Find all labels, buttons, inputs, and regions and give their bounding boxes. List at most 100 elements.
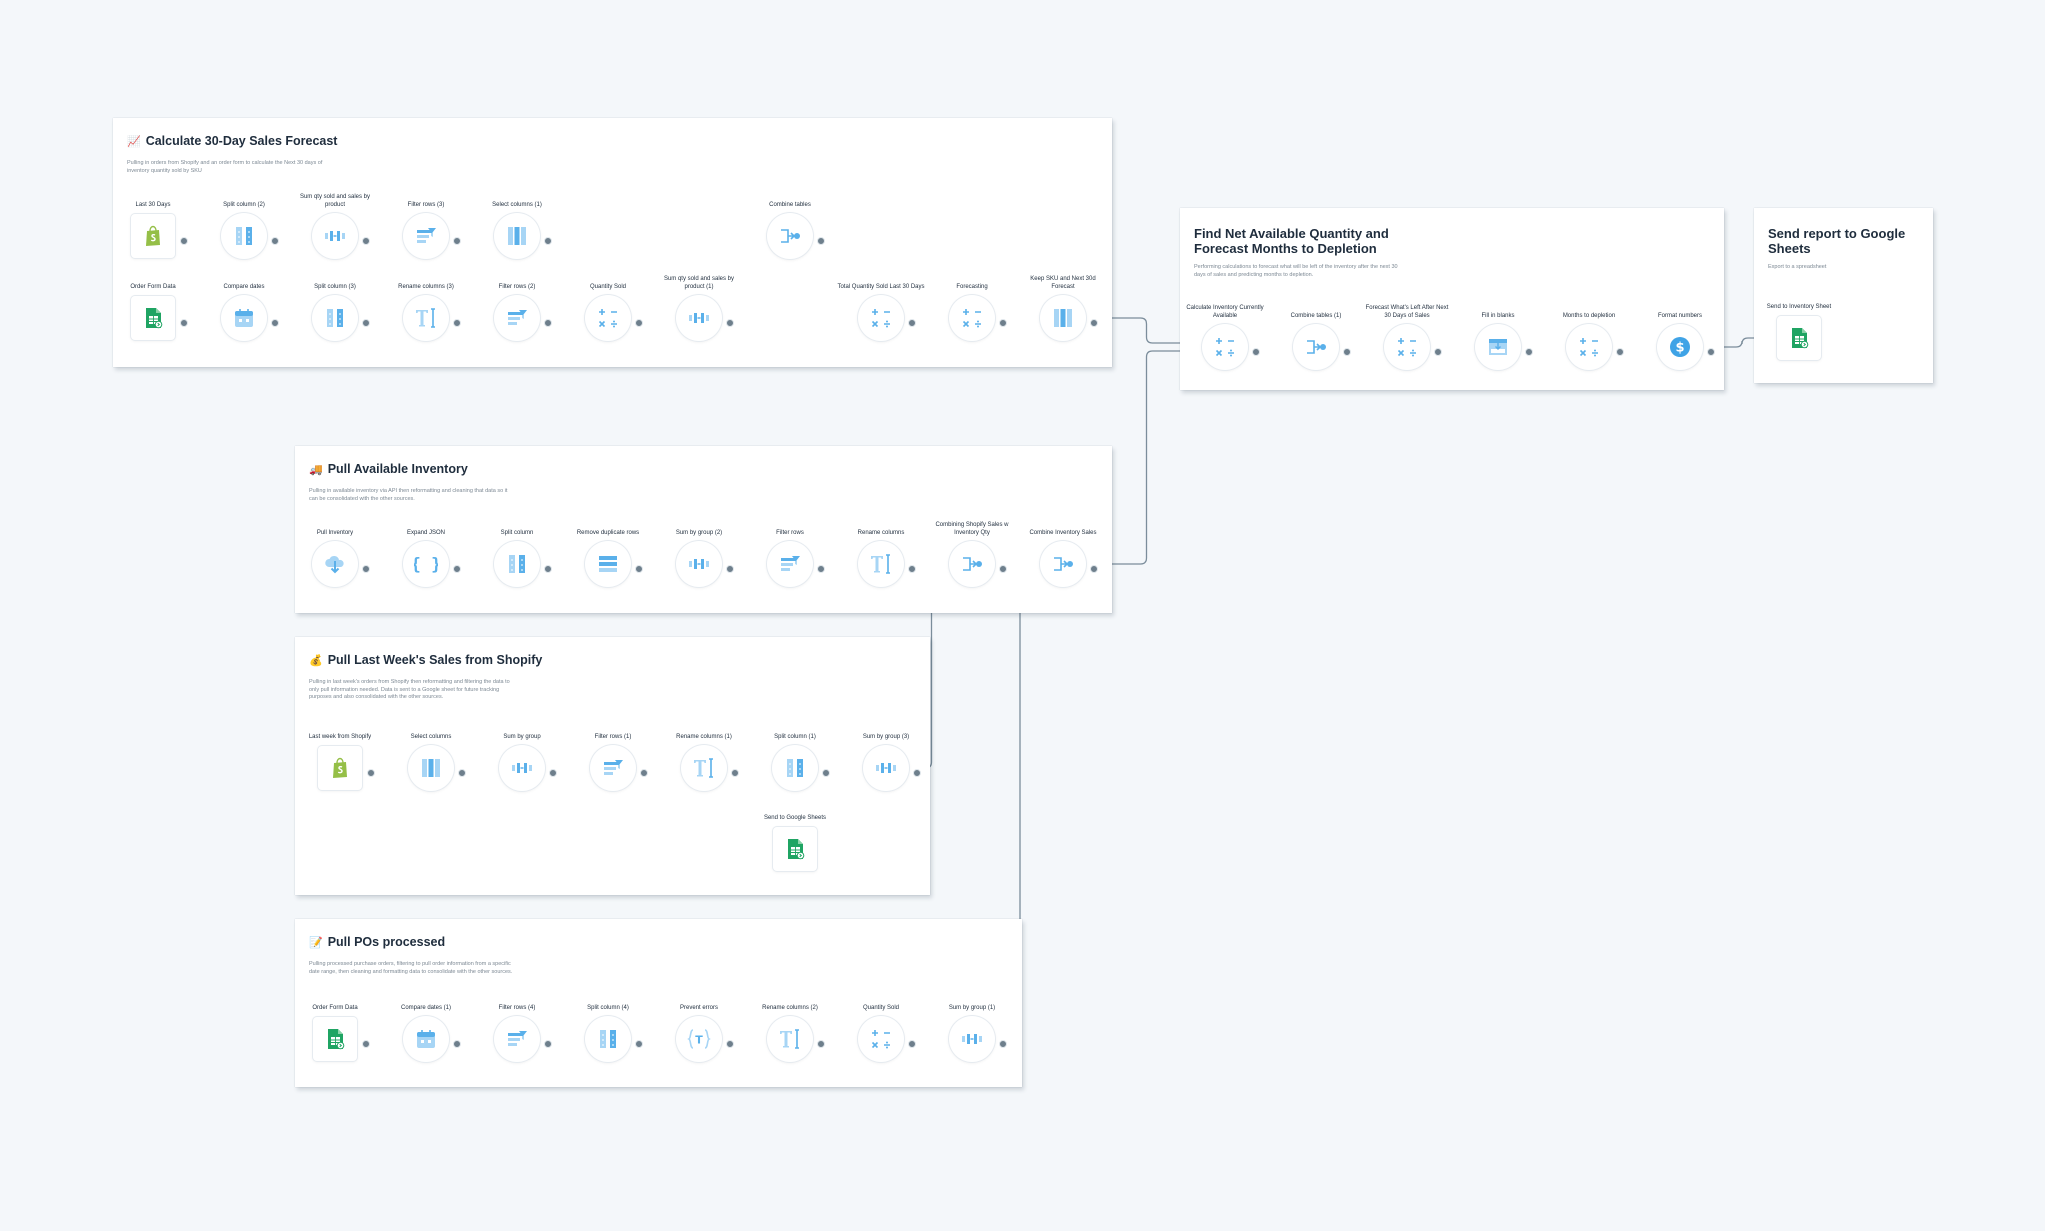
output-port[interactable] (908, 565, 916, 573)
node-button[interactable] (767, 541, 813, 587)
output-port[interactable] (453, 319, 461, 327)
output-port[interactable] (635, 1040, 643, 1048)
output-port[interactable] (362, 237, 370, 245)
output-port[interactable] (453, 565, 461, 573)
node-button[interactable] (1040, 295, 1086, 341)
node-button[interactable] (312, 213, 358, 259)
node-button[interactable] (858, 295, 904, 341)
node-button[interactable]: $ (1657, 324, 1703, 370)
output-port[interactable] (544, 319, 552, 327)
node-button[interactable] (858, 1016, 904, 1062)
output-port[interactable] (726, 1040, 734, 1048)
node-button[interactable] (1384, 324, 1430, 370)
node-button[interactable] (773, 827, 817, 871)
output-port[interactable] (362, 1040, 370, 1048)
node-button[interactable] (318, 746, 362, 790)
output-port[interactable] (544, 565, 552, 573)
node-button[interactable] (221, 213, 267, 259)
node-button[interactable] (949, 295, 995, 341)
node-button[interactable]: { } (403, 541, 449, 587)
output-port[interactable] (908, 1040, 916, 1048)
node-button[interactable] (590, 745, 636, 791)
node-button[interactable] (858, 541, 904, 587)
output-port[interactable] (1343, 348, 1351, 356)
node-button[interactable] (312, 295, 358, 341)
output-port[interactable] (453, 237, 461, 245)
output-port[interactable] (453, 1040, 461, 1048)
node-button[interactable] (1293, 324, 1339, 370)
node-button[interactable] (1475, 324, 1521, 370)
output-port[interactable] (640, 769, 648, 777)
output-port[interactable] (1090, 565, 1098, 573)
output-port[interactable] (367, 769, 375, 777)
output-port[interactable] (1525, 348, 1533, 356)
math-icon (869, 306, 893, 330)
output-port[interactable] (1707, 348, 1715, 356)
node-button[interactable] (585, 541, 631, 587)
output-port[interactable] (271, 319, 279, 327)
panel-description: Export to a spreadsheet (1768, 264, 1827, 270)
output-port[interactable] (544, 237, 552, 245)
node-button[interactable] (403, 1016, 449, 1062)
node-label: Order Form Data (312, 1005, 358, 1011)
output-port[interactable] (999, 565, 1007, 573)
node-button[interactable] (494, 295, 540, 341)
node-label: Select columns (410, 734, 452, 740)
node-button[interactable] (221, 295, 267, 341)
output-port[interactable] (1252, 348, 1260, 356)
output-port[interactable] (549, 769, 557, 777)
output-port[interactable] (1434, 348, 1442, 356)
node-button[interactable] (408, 745, 454, 791)
output-port[interactable] (999, 319, 1007, 327)
output-port[interactable] (908, 319, 916, 327)
node-button[interactable] (949, 541, 995, 587)
node-button[interactable] (772, 745, 818, 791)
node-button[interactable] (1566, 324, 1612, 370)
output-port[interactable] (458, 769, 466, 777)
output-port[interactable] (635, 565, 643, 573)
node-button[interactable] (585, 295, 631, 341)
output-port[interactable] (731, 769, 739, 777)
node-button[interactable] (403, 213, 449, 259)
node-label: Filter rows (776, 530, 804, 536)
output-port[interactable] (180, 237, 188, 245)
node-button[interactable] (767, 213, 813, 259)
node-button[interactable] (313, 1017, 357, 1061)
node-label: Send to Google Sheets (763, 815, 827, 821)
output-port[interactable] (180, 319, 188, 327)
node-button[interactable] (863, 745, 909, 791)
node-button[interactable] (131, 214, 175, 258)
node-button[interactable] (494, 1016, 540, 1062)
output-port[interactable] (271, 237, 279, 245)
node-button[interactable] (1202, 324, 1248, 370)
node-button[interactable] (403, 295, 449, 341)
node-button[interactable] (681, 745, 727, 791)
output-port[interactable] (817, 237, 825, 245)
output-port[interactable] (1090, 319, 1098, 327)
node-button[interactable]: T (676, 1016, 722, 1062)
output-port[interactable] (726, 565, 734, 573)
output-port[interactable] (913, 769, 921, 777)
node-button[interactable] (494, 213, 540, 259)
output-port[interactable] (817, 565, 825, 573)
node-button[interactable] (676, 295, 722, 341)
output-port[interactable] (362, 319, 370, 327)
output-port[interactable] (822, 769, 830, 777)
node-button[interactable] (312, 541, 358, 587)
node-button[interactable] (131, 296, 175, 340)
node-button[interactable] (585, 1016, 631, 1062)
node-button[interactable] (676, 541, 722, 587)
output-port[interactable] (544, 1040, 552, 1048)
node-button[interactable] (499, 745, 545, 791)
output-port[interactable] (635, 319, 643, 327)
node-button[interactable] (949, 1016, 995, 1062)
output-port[interactable] (999, 1040, 1007, 1048)
node-button[interactable] (1777, 316, 1821, 360)
output-port[interactable] (817, 1040, 825, 1048)
node-button[interactable] (494, 541, 540, 587)
node-button[interactable] (767, 1016, 813, 1062)
node-button[interactable] (1040, 541, 1086, 587)
output-port[interactable] (362, 565, 370, 573)
output-port[interactable] (1616, 348, 1624, 356)
output-port[interactable] (726, 319, 734, 327)
